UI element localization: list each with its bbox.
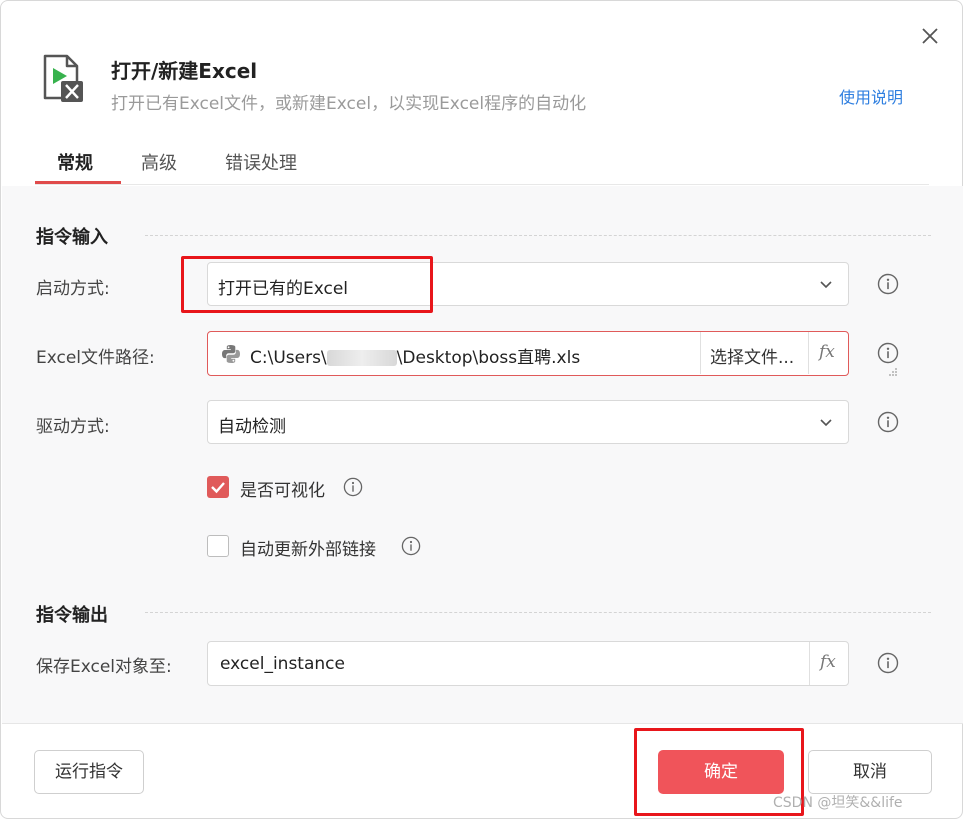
- ok-button[interactable]: 确定: [658, 750, 784, 794]
- visible-checkbox-label[interactable]: 是否可视化: [240, 476, 325, 501]
- file-path-field[interactable]: C:\Users\ \Desktop\boss直聘.xls 选择文件... fx: [207, 331, 897, 376]
- tab-general[interactable]: 常规: [57, 149, 93, 175]
- tab-advanced[interactable]: 高级: [141, 149, 177, 175]
- save-to-input[interactable]: [209, 643, 809, 684]
- tab-bar: 常规 高级 错误处理: [35, 141, 929, 185]
- section-divider: [145, 235, 931, 236]
- run-command-button[interactable]: 运行指令: [34, 750, 144, 794]
- visible-checkbox[interactable]: [207, 476, 229, 498]
- python-icon: [220, 343, 242, 365]
- watermark: CSDN @坦笑&&life: [773, 795, 903, 811]
- tab-error-handling[interactable]: 错误处理: [225, 149, 297, 175]
- save-to-label: 保存Excel对象至:: [36, 657, 172, 677]
- info-icon[interactable]: [877, 652, 899, 674]
- footer-divider: [2, 723, 963, 724]
- dialog-subtitle: 打开已有Excel文件，或新建Excel，以实现Excel程序的自动化: [111, 94, 587, 114]
- auto-update-links-label[interactable]: 自动更新外部链接: [240, 535, 376, 560]
- info-icon[interactable]: [401, 536, 421, 556]
- chevron-down-icon: [818, 276, 834, 292]
- redacted-username: [326, 350, 397, 366]
- input-section-title: 指令输入: [36, 227, 108, 248]
- active-tab-indicator: [35, 181, 121, 184]
- file-path-value: C:\Users\ \Desktop\boss直聘.xls: [250, 348, 581, 368]
- info-icon[interactable]: [877, 273, 899, 295]
- driver-mode-label: 驱动方式:: [36, 417, 110, 437]
- dialog-title: 打开/新建Excel: [111, 59, 258, 83]
- output-section-title: 指令输出: [36, 605, 108, 626]
- info-icon[interactable]: [343, 477, 363, 497]
- fx-icon: fx: [820, 652, 836, 672]
- launch-mode-label: 启动方式:: [36, 279, 110, 299]
- help-link[interactable]: 使用说明: [839, 84, 903, 108]
- fx-button[interactable]: fx: [808, 332, 848, 374]
- chevron-down-icon: [818, 414, 834, 430]
- launch-mode-select[interactable]: 打开已有的Excel: [207, 262, 849, 306]
- cancel-button[interactable]: 取消: [808, 750, 932, 794]
- info-icon[interactable]: [877, 342, 899, 364]
- dialog: 打开/新建Excel 打开已有Excel文件，或新建Excel，以实现Excel…: [0, 0, 963, 819]
- file-path-label: Excel文件路径:: [36, 348, 155, 368]
- choose-file-button[interactable]: 选择文件...: [700, 332, 808, 374]
- excel-file-icon: [41, 54, 87, 104]
- close-icon[interactable]: [917, 23, 943, 49]
- driver-mode-select[interactable]: 自动检测: [207, 400, 849, 444]
- fx-button[interactable]: fx: [809, 642, 849, 685]
- auto-update-links-checkbox[interactable]: [207, 535, 229, 557]
- launch-mode-value: 打开已有的Excel: [218, 279, 349, 299]
- info-icon[interactable]: [877, 411, 899, 433]
- fx-icon: fx: [819, 342, 835, 362]
- driver-mode-value: 自动检测: [218, 417, 286, 437]
- save-to-field: fx: [207, 641, 849, 686]
- check-icon: [211, 482, 225, 494]
- section-divider: [145, 612, 931, 613]
